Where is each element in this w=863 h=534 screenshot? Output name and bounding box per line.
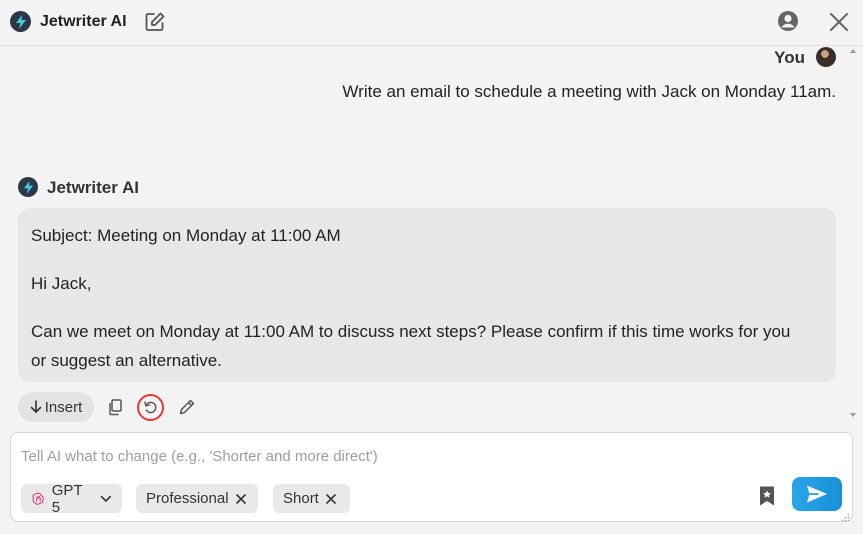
assistant-name: Jetwriter AI: [47, 178, 139, 197]
account-icon: [778, 11, 798, 31]
close-icon: [830, 13, 848, 31]
assistant-message: Subject: Meeting on Monday at 11:00 AM H…: [18, 208, 836, 382]
email-subject: Subject: Meeting on Monday at 11:00 AM: [31, 226, 341, 245]
edit-icon: [145, 12, 165, 31]
remove-chip-icon[interactable]: [235, 493, 247, 505]
composer: GPT 5 Professional Short: [10, 432, 853, 522]
email-body-line: Can we meet on Monday at 11:00 AM to dis…: [31, 322, 791, 341]
remove-chip-icon[interactable]: [325, 493, 337, 505]
copy-icon: [109, 399, 122, 416]
tone-chip[interactable]: Professional: [136, 484, 258, 513]
regenerate-button[interactable]: [137, 394, 164, 421]
bookmark-star-icon: [760, 486, 774, 506]
app-title: Jetwriter AI: [40, 13, 127, 30]
copy-button[interactable]: [106, 397, 126, 417]
bolt-icon: [15, 14, 26, 29]
edit-response-button[interactable]: [177, 397, 197, 417]
bolt-icon: [23, 180, 33, 194]
new-chat-button[interactable]: [143, 10, 167, 34]
length-chip[interactable]: Short: [273, 484, 350, 513]
chat-scrollbar[interactable]: [845, 47, 863, 425]
arrow-down-icon: [30, 400, 42, 414]
email-greeting: Hi Jack,: [31, 274, 92, 293]
pencil-icon: [179, 399, 195, 415]
account-button[interactable]: [776, 9, 800, 33]
bookmark-button[interactable]: [757, 485, 777, 507]
app-logo: [10, 11, 31, 32]
header-bar: Jetwriter AI: [0, 0, 863, 46]
tone-chip-label: Professional: [146, 490, 229, 507]
chevron-down-icon: [100, 495, 112, 502]
user-message: Write an email to schedule a meeting wit…: [342, 82, 836, 101]
close-button[interactable]: [826, 9, 852, 35]
email-body-line: or suggest an alternative.: [31, 351, 222, 370]
scroll-down-arrow-icon[interactable]: [850, 413, 856, 417]
send-icon: [807, 485, 827, 503]
send-button[interactable]: [792, 477, 842, 511]
user-label: You: [774, 48, 805, 67]
resize-grip-icon[interactable]: [840, 509, 850, 522]
scroll-up-arrow-icon[interactable]: [850, 49, 856, 53]
insert-button[interactable]: Insert: [18, 392, 94, 422]
chat-area: You Write an email to schedule a meeting…: [0, 47, 845, 425]
openai-icon: [32, 492, 44, 505]
regenerate-icon: [144, 401, 157, 414]
model-selector[interactable]: GPT 5: [21, 481, 122, 516]
insert-label: Insert: [44, 398, 83, 416]
model-label: GPT 5: [51, 481, 83, 516]
user-avatar: [816, 47, 836, 67]
length-chip-label: Short: [283, 490, 319, 507]
prompt-input[interactable]: [21, 445, 821, 467]
assistant-logo: [18, 177, 38, 197]
